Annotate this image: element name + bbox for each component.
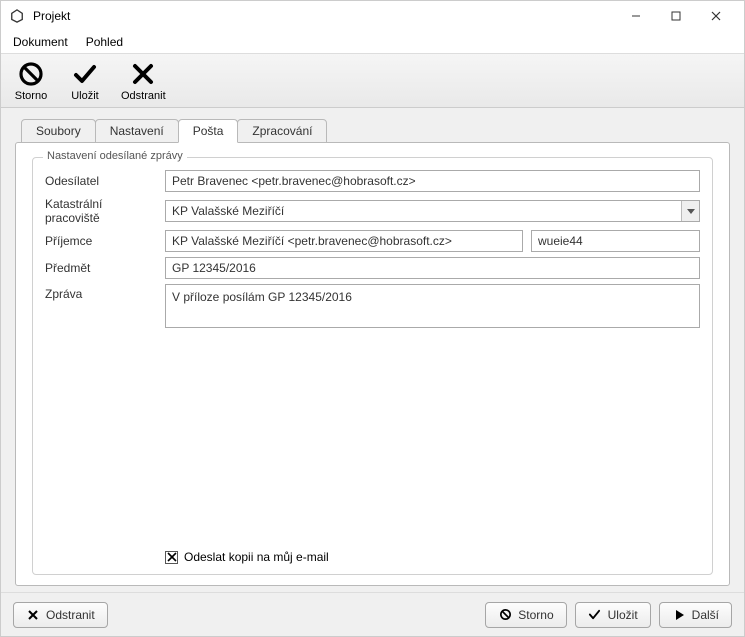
footer-save-label: Uložit bbox=[608, 608, 638, 622]
office-select-value[interactable] bbox=[165, 200, 700, 222]
copy-checkbox[interactable] bbox=[165, 551, 178, 564]
message-label: Zpráva bbox=[45, 284, 157, 301]
office-select[interactable] bbox=[165, 200, 700, 222]
x-icon bbox=[129, 60, 157, 88]
close-button[interactable] bbox=[696, 1, 736, 31]
copy-checkbox-row: Odeslat kopii na můj e-mail bbox=[165, 550, 329, 564]
message-textarea[interactable] bbox=[165, 284, 700, 328]
tab-strip: Soubory Nastavení Pošta Zpracování bbox=[21, 119, 730, 143]
groupbox-title: Nastavení odesílané zprávy bbox=[43, 150, 187, 162]
tab-panel-mail: Nastavení odesílané zprávy Odesílatel Ka… bbox=[15, 142, 730, 586]
check-icon bbox=[71, 60, 99, 88]
toolbar-save-label: Uložit bbox=[71, 90, 99, 102]
play-icon bbox=[672, 608, 686, 622]
recipient-code-input[interactable] bbox=[531, 230, 700, 252]
recipient-label: Příjemce bbox=[45, 234, 157, 248]
toolbar-cancel-label: Storno bbox=[15, 90, 47, 102]
toolbar-delete-label: Odstranit bbox=[121, 90, 166, 102]
main-area: Soubory Nastavení Pošta Zpracování Nasta… bbox=[1, 108, 744, 592]
app-icon bbox=[9, 8, 25, 24]
tab-settings[interactable]: Nastavení bbox=[95, 119, 179, 143]
check-icon bbox=[588, 608, 602, 622]
footer-delete-button[interactable]: Odstranit bbox=[13, 602, 108, 628]
titlebar: Projekt bbox=[1, 1, 744, 31]
tab-mail[interactable]: Pošta bbox=[178, 119, 239, 143]
tab-files[interactable]: Soubory bbox=[21, 119, 96, 143]
subject-label: Předmět bbox=[45, 261, 157, 275]
tab-processing[interactable]: Zpracování bbox=[237, 119, 327, 143]
copy-checkbox-label: Odeslat kopii na můj e-mail bbox=[184, 550, 329, 564]
footer-cancel-label: Storno bbox=[518, 608, 553, 622]
footer-delete-label: Odstranit bbox=[46, 608, 95, 622]
toolbar-delete-button[interactable]: Odstranit bbox=[117, 58, 170, 104]
footer: Odstranit Storno Uložit Další bbox=[1, 592, 744, 636]
footer-next-label: Další bbox=[692, 608, 719, 622]
sender-label: Odesílatel bbox=[45, 174, 157, 188]
window-title: Projekt bbox=[33, 9, 70, 23]
footer-save-button[interactable]: Uložit bbox=[575, 602, 651, 628]
window-controls bbox=[616, 1, 736, 31]
footer-cancel-button[interactable]: Storno bbox=[485, 602, 566, 628]
toolbar: Storno Uložit Odstranit bbox=[1, 53, 744, 108]
x-icon bbox=[26, 608, 40, 622]
menubar: Dokument Pohled bbox=[1, 31, 744, 53]
toolbar-cancel-button[interactable]: Storno bbox=[9, 58, 53, 104]
cancel-icon bbox=[17, 60, 45, 88]
minimize-button[interactable] bbox=[616, 1, 656, 31]
toolbar-save-button[interactable]: Uložit bbox=[63, 58, 107, 104]
maximize-button[interactable] bbox=[656, 1, 696, 31]
recipient-input[interactable] bbox=[165, 230, 523, 252]
groupbox-message-settings: Nastavení odesílané zprávy Odesílatel Ka… bbox=[32, 157, 713, 575]
office-label: Katastrální pracoviště bbox=[45, 197, 157, 225]
menu-document[interactable]: Dokument bbox=[9, 33, 72, 51]
sender-input[interactable] bbox=[165, 170, 700, 192]
menu-view[interactable]: Pohled bbox=[82, 33, 127, 51]
chevron-down-icon[interactable] bbox=[681, 201, 699, 221]
cancel-icon bbox=[498, 608, 512, 622]
footer-next-button[interactable]: Další bbox=[659, 602, 732, 628]
subject-input[interactable] bbox=[165, 257, 700, 279]
